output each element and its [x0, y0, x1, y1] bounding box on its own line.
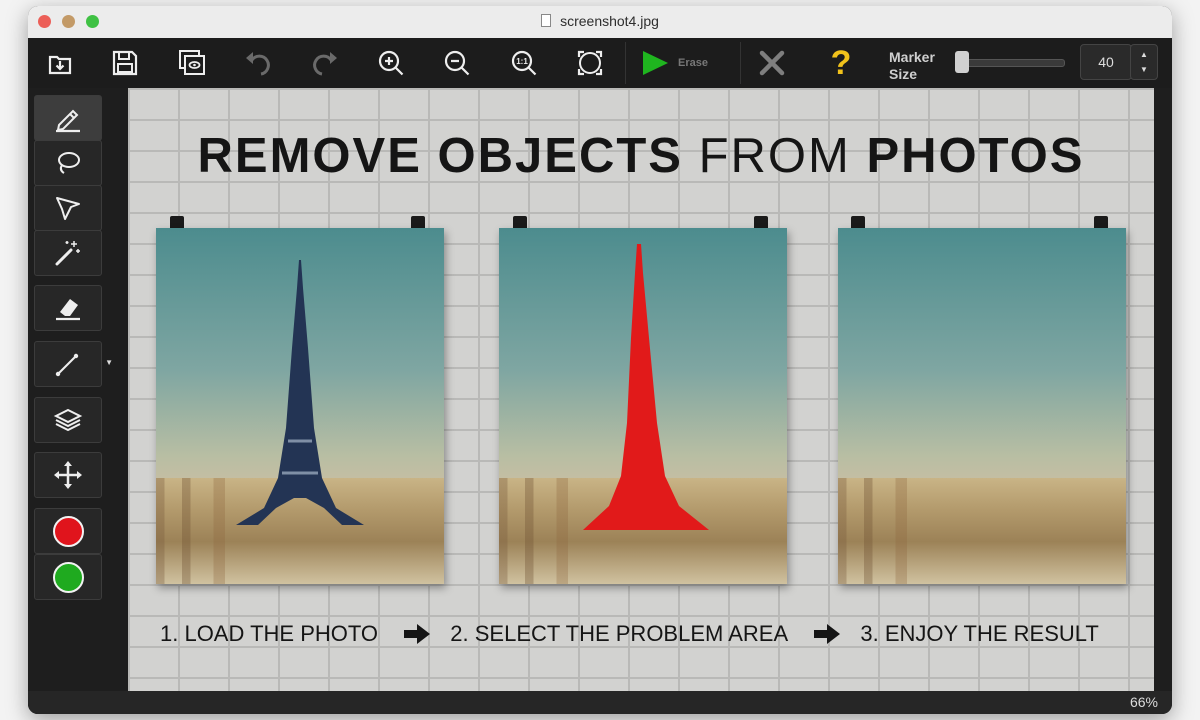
zoom-out-button[interactable] [439, 45, 475, 81]
help-button[interactable]: ? [823, 43, 859, 82]
zoom-out-icon [444, 50, 470, 76]
actual-size-button[interactable]: 1:1 [506, 45, 542, 81]
play-icon [643, 51, 668, 75]
chevron-down-icon[interactable]: ▼ [105, 358, 113, 367]
window-title-text: screenshot4.jpg [560, 13, 659, 29]
fit-screen-button[interactable] [572, 45, 608, 81]
step-3-text: 3. ENJOY THE RESULT [860, 621, 1099, 647]
marker-size-label: Marker Size [889, 49, 935, 82]
eraser-tool-button[interactable] [34, 285, 102, 331]
move-icon [54, 461, 82, 489]
line-icon [55, 353, 79, 377]
eraser-icon [56, 299, 80, 321]
zoom-level: 66% [1129, 694, 1158, 710]
window-title: screenshot4.jpg [28, 13, 1172, 29]
photo-original [156, 228, 444, 584]
move-tool-button[interactable] [34, 452, 102, 498]
canvas-right-edge [1154, 88, 1172, 691]
arrow-right-icon [814, 624, 841, 645]
headline-light: FROM [698, 129, 867, 183]
line-tool-button[interactable]: ▼ [34, 341, 113, 387]
tool-sidebar: ▼ [28, 88, 126, 714]
selected-tower-mask [583, 244, 709, 530]
photo-selection [499, 228, 787, 584]
marker-size-slider[interactable] [955, 51, 1065, 73]
open-button[interactable] [42, 45, 78, 81]
green-color-swatch [52, 561, 84, 593]
polygon-lasso-icon [56, 197, 80, 220]
slider-thumb[interactable] [955, 51, 969, 73]
eiffel-tower-image [236, 260, 364, 525]
steps-caption: 1. LOAD THE PHOTO 2. SELECT THE PROBLEM … [160, 620, 1099, 647]
layers-tool-button[interactable] [34, 397, 102, 443]
city-skyline [838, 478, 1126, 584]
cancel-button[interactable] [754, 45, 790, 81]
zoom-in-icon [378, 50, 404, 76]
arrow-right-icon [404, 624, 431, 645]
marker-tool-button[interactable] [34, 95, 102, 141]
layers-icon [53, 408, 83, 432]
headline-bold-2: PHOTOS [866, 129, 1085, 183]
app-window: screenshot4.jpg 1:1 Erase ? Marker Size … [28, 6, 1172, 714]
erase-label: Erase [678, 57, 708, 69]
lasso-tool-button[interactable] [34, 140, 102, 186]
magic-wand-icon [55, 241, 80, 266]
stepper-up-icon[interactable]: ▲ [1131, 50, 1157, 59]
magic-wand-tool-button[interactable] [34, 230, 102, 276]
erase-button[interactable]: Erase [640, 45, 720, 81]
preview-button[interactable] [174, 45, 210, 81]
marker-size-input[interactable]: 40 [1080, 44, 1132, 80]
document-icon [541, 14, 552, 27]
fit-screen-icon [577, 50, 603, 76]
open-icon [48, 55, 72, 75]
undo-icon [246, 52, 270, 76]
title-bar: screenshot4.jpg [28, 6, 1172, 39]
photo-result [838, 228, 1126, 584]
image-canvas[interactable]: REMOVE OBJECTS FROM PHOTOS 1. LOAD THE P… [128, 88, 1154, 691]
headline: REMOVE OBJECTS FROM PHOTOS [128, 128, 1154, 184]
pencil-icon [56, 109, 80, 133]
lasso-icon [58, 152, 80, 174]
red-color-swatch [52, 515, 84, 547]
red-color-button[interactable] [34, 508, 102, 554]
undo-button[interactable] [240, 45, 276, 81]
redo-icon [313, 52, 337, 76]
redo-button[interactable] [307, 45, 343, 81]
slider-track [955, 59, 1065, 67]
actual-size-icon: 1:1 [511, 50, 537, 76]
save-icon [112, 50, 138, 76]
marker-size-stepper[interactable]: ▲ ▼ [1130, 44, 1158, 80]
polygon-lasso-tool-button[interactable] [34, 185, 102, 231]
save-button[interactable] [107, 45, 143, 81]
stepper-down-icon[interactable]: ▼ [1131, 65, 1157, 74]
green-color-button[interactable] [34, 554, 102, 600]
headline-bold-1: REMOVE OBJECTS [197, 129, 699, 183]
help-icon: ? [830, 43, 852, 82]
close-icon [759, 50, 785, 76]
preview-icon [179, 50, 205, 75]
status-bar: 66% [28, 691, 1172, 714]
zoom-in-button[interactable] [373, 45, 409, 81]
toolbar: 1:1 Erase ? Marker Size 40 ▲ ▼ [28, 38, 1172, 88]
step-1-text: 1. LOAD THE PHOTO [160, 621, 379, 647]
step-2-text: 2. SELECT THE PROBLEM AREA [450, 621, 789, 647]
svg-text:1:1: 1:1 [516, 57, 528, 66]
